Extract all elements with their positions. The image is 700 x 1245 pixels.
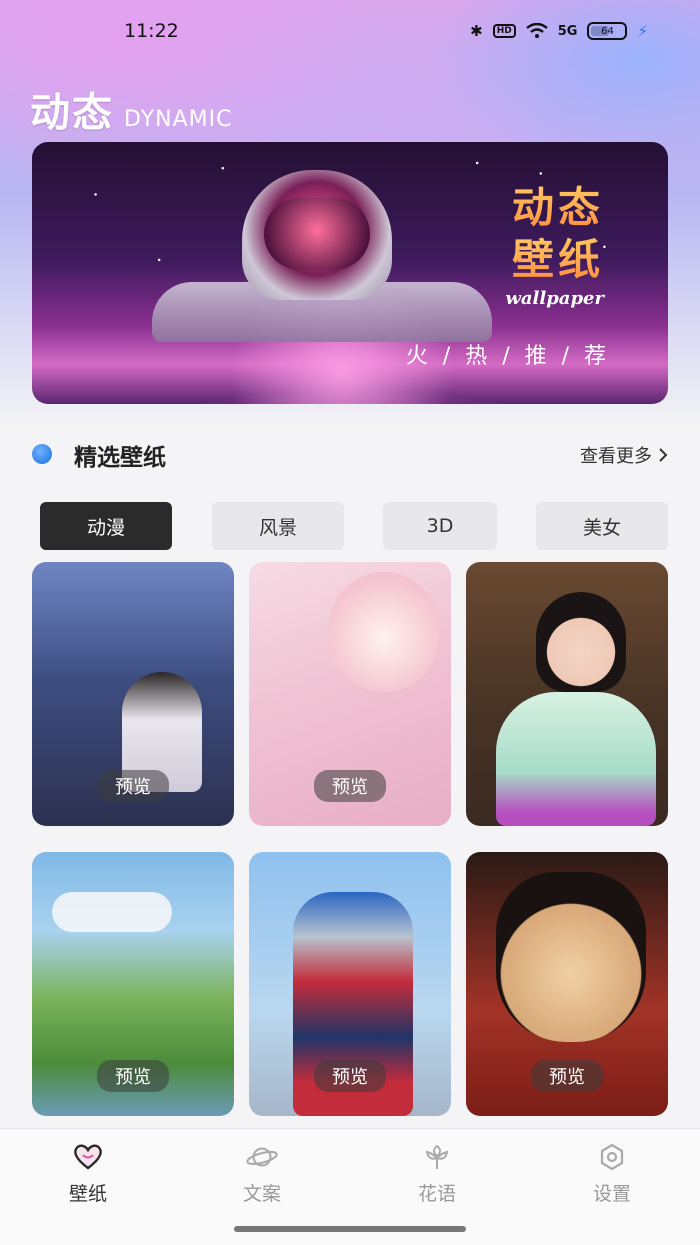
wallpaper-card[interactable]: 预览 xyxy=(466,852,668,1116)
nav-item-flower[interactable]: 花语 xyxy=(387,1141,487,1206)
view-more-link[interactable]: 查看更多 xyxy=(580,442,668,468)
tab-anime[interactable]: 动漫 xyxy=(40,502,172,550)
battery-icon: 64 xyxy=(587,22,628,40)
chevron-right-icon xyxy=(659,448,668,462)
section-dot-icon xyxy=(32,444,52,464)
nav-label: 设置 xyxy=(592,1183,631,1205)
nav-item-settings[interactable]: 设置 xyxy=(562,1141,662,1206)
bluetooth-icon: ✱ xyxy=(470,22,483,40)
home-indicator[interactable] xyxy=(234,1226,466,1232)
charging-bolt-icon: ⚡ xyxy=(637,22,648,40)
tab-scenery[interactable]: 风景 xyxy=(212,502,344,550)
preview-button[interactable]: 预览 xyxy=(531,770,603,802)
wallpaper-card[interactable]: 预览 xyxy=(32,852,234,1116)
wallpaper-card[interactable]: 预览 xyxy=(249,562,451,826)
preview-button[interactable]: 预览 xyxy=(314,1060,386,1092)
hd-badge: HD xyxy=(492,24,516,38)
banner-tagline: 火 / 热 / 推 / 荐 xyxy=(405,344,610,369)
tab-3d[interactable]: 3D xyxy=(383,502,497,550)
section-title: 精选壁纸 xyxy=(74,445,166,471)
banner-title-line2: 壁纸 xyxy=(512,226,604,287)
category-tabs: 动漫 风景 3D 美女 xyxy=(40,502,668,550)
nav-label: 壁纸 xyxy=(68,1183,107,1205)
preview-button[interactable]: 预览 xyxy=(97,1060,169,1092)
wallpaper-card[interactable]: 预览 xyxy=(466,562,668,826)
preview-button[interactable]: 预览 xyxy=(531,1060,603,1092)
wallpaper-card[interactable]: 预览 xyxy=(249,852,451,1116)
nav-item-copy[interactable]: 文案 xyxy=(212,1141,312,1206)
gear-icon xyxy=(596,1141,628,1173)
featured-banner[interactable]: 动态 壁纸 wallpaper 火 / 热 / 推 / 荐 xyxy=(32,142,668,404)
page-title-en: DYNAMIC xyxy=(124,107,233,132)
page-title: 动态 DYNAMIC xyxy=(30,80,233,138)
nav-label: 文案 xyxy=(242,1183,281,1205)
banner-subtitle: wallpaper xyxy=(505,288,604,309)
status-time: 11:22 xyxy=(124,20,179,42)
wifi-icon xyxy=(525,23,548,38)
nav-item-wallpaper[interactable]: 壁纸 xyxy=(38,1141,138,1206)
status-bar: 11:22 ✱ HD 5G 64 ⚡ xyxy=(0,20,700,44)
signal-icon: 5G xyxy=(557,23,578,39)
preview-button[interactable]: 预览 xyxy=(97,770,169,802)
heart-icon xyxy=(72,1141,104,1173)
flower-icon xyxy=(421,1141,453,1173)
battery-level: 64 xyxy=(601,25,614,37)
wallpaper-card[interactable]: 预览 xyxy=(32,562,234,826)
tab-beauty[interactable]: 美女 xyxy=(536,502,668,550)
preview-button[interactable]: 预览 xyxy=(314,770,386,802)
view-more-label: 查看更多 xyxy=(580,446,652,467)
planet-icon xyxy=(246,1141,278,1173)
section-header: 精选壁纸 查看更多 xyxy=(32,436,668,472)
nav-label: 花语 xyxy=(417,1183,456,1205)
page-title-cn: 动态 xyxy=(30,90,114,136)
banner-astronaut-helmet xyxy=(242,170,392,300)
